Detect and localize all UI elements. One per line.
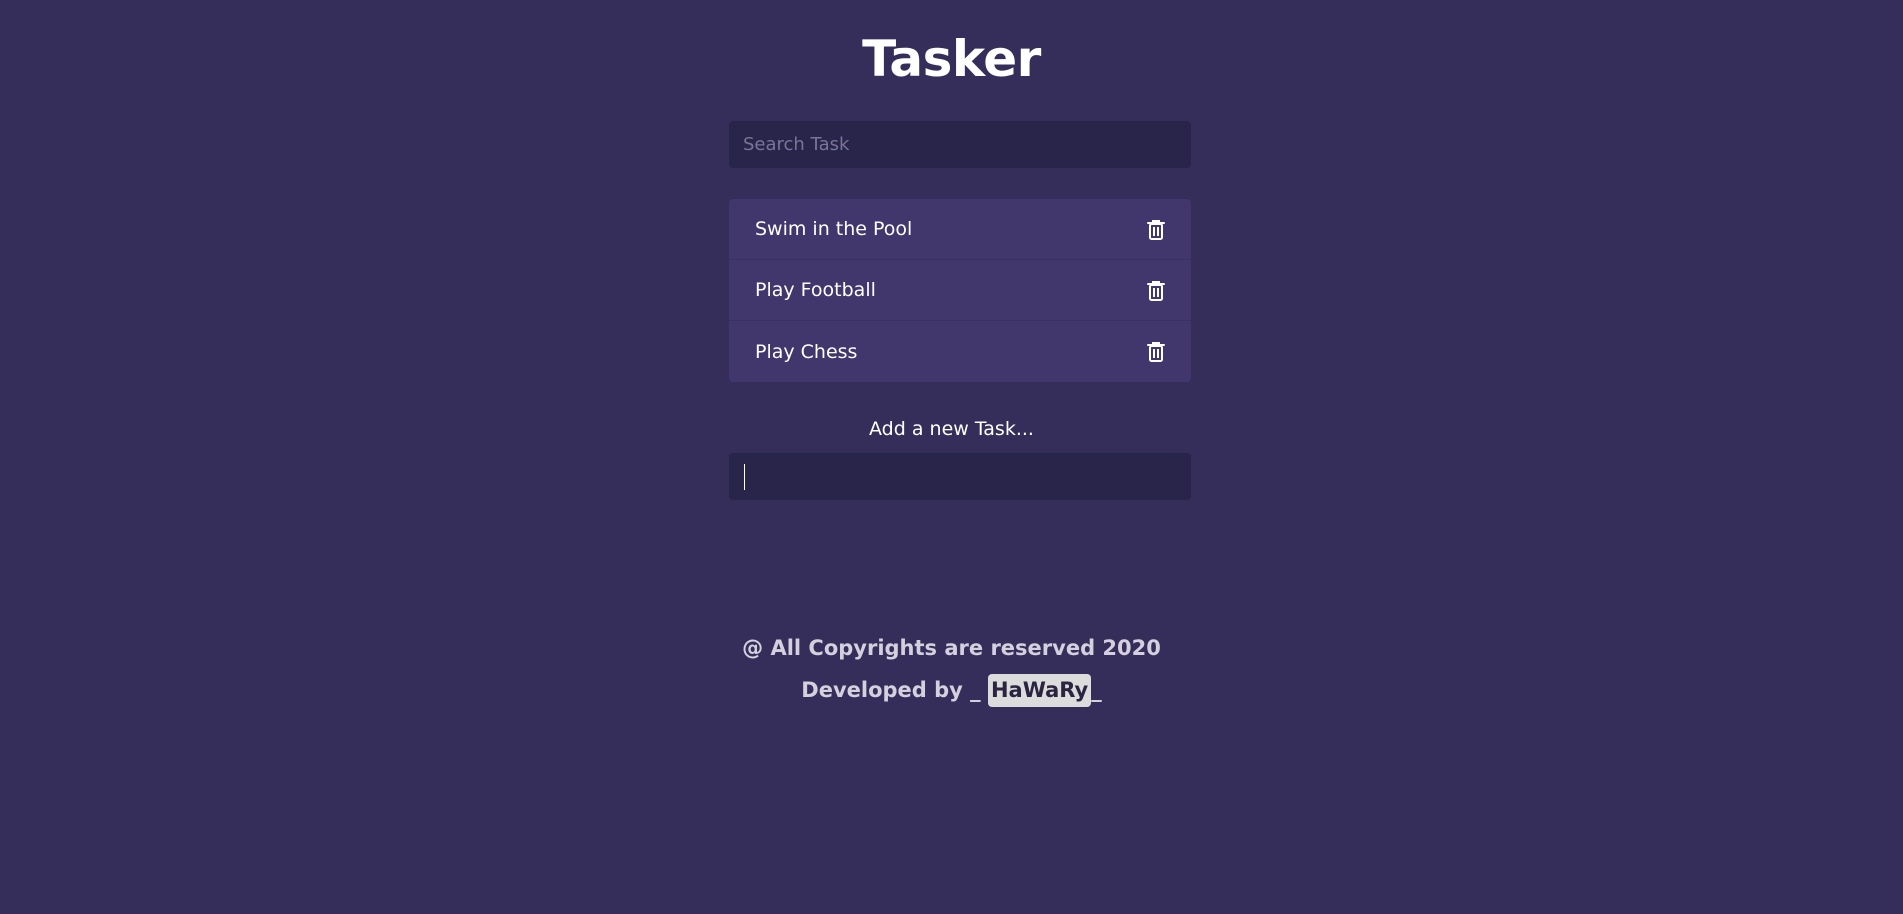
text-caret: [744, 464, 745, 490]
developed-by-suffix: _: [1091, 678, 1102, 702]
developed-by-prefix: Developed by _: [801, 678, 988, 702]
search-input[interactable]: [729, 121, 1191, 168]
app-title: Tasker: [862, 30, 1041, 88]
trash-icon[interactable]: [1145, 278, 1167, 302]
task-item: Swim in the Pool: [729, 199, 1191, 260]
add-task-input[interactable]: [729, 453, 1191, 500]
task-item: Play Football: [729, 260, 1191, 321]
task-label: Play Chess: [755, 340, 858, 363]
task-label: Play Football: [755, 279, 876, 301]
footer: @ All Copyrights are reserved 2020 Devel…: [0, 631, 1903, 715]
app-root: Tasker Swim in the Pool Play Football: [0, 0, 1903, 914]
developer-name-badge: HaWaRy: [987, 674, 1092, 707]
copyright-text: @ All Copyrights are reserved 2020: [742, 636, 1161, 660]
task-label: Swim in the Pool: [755, 218, 913, 240]
add-task-label: Add a new Task...: [869, 418, 1034, 440]
developer-credit: Developed by _ HaWaRy _: [0, 673, 1903, 715]
task-list: Swim in the Pool Play Football Play Ches…: [729, 199, 1191, 382]
trash-icon[interactable]: [1145, 217, 1167, 241]
trash-icon[interactable]: [1145, 340, 1167, 364]
task-item: Play Chess: [729, 321, 1191, 382]
